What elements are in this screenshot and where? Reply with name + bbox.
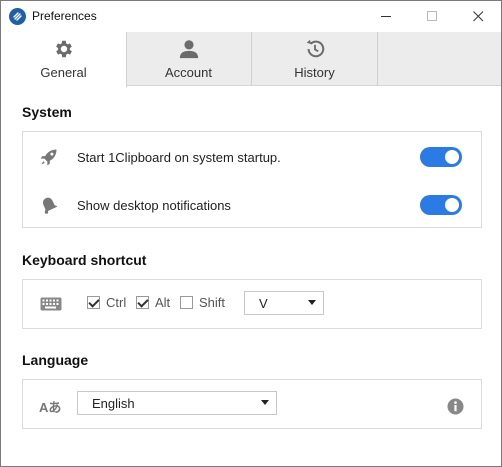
minimize-button[interactable] [363,1,409,32]
chevron-down-icon [308,300,316,305]
ctrl-label: Ctrl [106,295,127,310]
keyboard-section-title: Keyboard shortcut [22,252,147,268]
app-logo-icon [9,8,26,25]
key-select[interactable]: V [244,291,324,315]
gear-icon [55,40,72,58]
language-section-title: Language [22,352,89,368]
shift-label: Shift [199,295,226,310]
keyboard-icon [40,297,62,311]
user-icon [179,40,198,59]
chevron-down-icon [261,400,269,405]
tab-history-label: History [294,65,335,80]
title-bar: Preferences [1,1,501,32]
alt-option[interactable]: Alt [136,295,170,310]
close-icon [472,11,483,22]
history-icon [306,39,324,58]
key-select-value: V [259,295,268,311]
startup-row: Start 1Clipboard on system startup. [23,134,481,180]
language-panel: Aあ English [22,379,482,429]
alt-label: Alt [155,295,171,310]
notifications-toggle[interactable] [420,195,462,215]
ctrl-checkbox[interactable] [87,296,100,309]
maximize-icon [426,11,437,21]
notifications-label: Show desktop notifications [77,197,231,213]
bell-icon [43,197,58,214]
ctrl-option[interactable]: Ctrl [87,295,126,310]
tab-bar: General Account History [1,32,501,87]
close-button[interactable] [455,1,501,32]
notifications-row: Show desktop notifications [23,182,481,228]
tab-account[interactable]: Account [126,32,252,86]
maximize-button[interactable] [409,1,455,32]
keyboard-panel: Ctrl Alt Shift V [22,279,482,329]
tab-account-label: Account [165,65,212,80]
language-select[interactable]: English [77,391,277,415]
startup-toggle[interactable] [420,147,462,167]
preferences-window: Preferences General Account History Syst… [0,0,502,467]
tab-general[interactable]: General [1,32,127,87]
minimize-icon [380,16,391,17]
shift-option[interactable]: Shift [180,295,225,310]
shift-checkbox[interactable] [180,296,193,309]
startup-label: Start 1Clipboard on system startup. [77,149,281,165]
language-select-value: English [92,395,135,411]
language-icon: Aあ [39,400,62,415]
toggle-knob [445,198,459,212]
info-icon[interactable] [447,398,464,415]
system-section-title: System [22,104,72,120]
window-title: Preferences [32,9,97,23]
system-panel: Start 1Clipboard on system startup. Show… [22,131,482,228]
alt-checkbox[interactable] [136,296,149,309]
tab-history[interactable]: History [252,32,378,86]
tab-general-label: General [40,65,87,80]
rocket-icon [40,149,57,166]
toggle-knob [445,150,459,164]
